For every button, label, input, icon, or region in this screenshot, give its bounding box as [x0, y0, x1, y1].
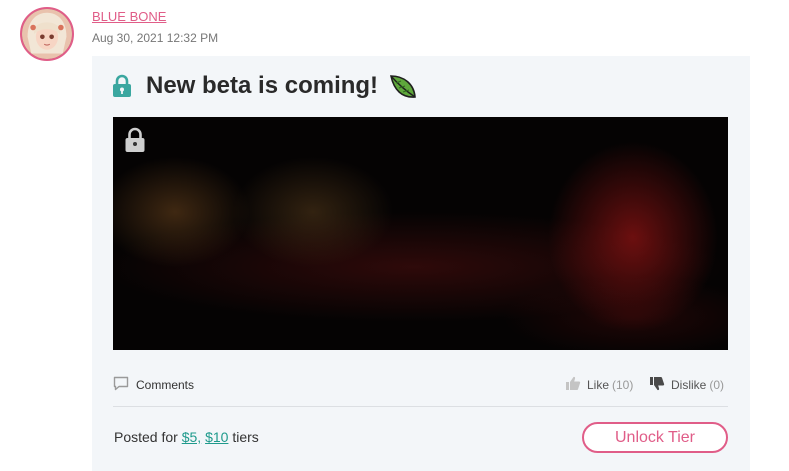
comments-label: Comments — [136, 378, 195, 392]
leaf-icon — [388, 72, 418, 100]
thumbs-down-icon — [649, 376, 665, 394]
blurred-image — [113, 117, 728, 350]
media-lock-icon — [124, 127, 146, 158]
divider — [113, 406, 728, 407]
tier-link-5[interactable]: $5, — [182, 429, 201, 445]
post-card: New beta is coming! Comments Like (10) D… — [92, 56, 750, 471]
posted-suffix: tiers — [232, 429, 259, 445]
posted-for-tiers: Posted for $5, $10 tiers — [114, 429, 259, 445]
post-actions: Comments Like (10) Dislike (0) — [113, 372, 728, 398]
posted-prefix: Posted for — [114, 429, 178, 445]
post-page: BLUE BONE Aug 30, 2021 12:32 PM New beta… — [0, 0, 789, 471]
dislike-button[interactable]: Dislike (0) — [649, 376, 724, 394]
tier-link-10[interactable]: $10 — [205, 429, 228, 445]
like-button[interactable]: Like (10) — [565, 376, 633, 394]
thumbs-up-icon — [565, 376, 581, 394]
locked-media-preview[interactable] — [113, 117, 728, 350]
comment-icon — [113, 376, 129, 394]
post-title-row: New beta is coming! — [112, 72, 418, 100]
dislike-label: Dislike — [671, 378, 707, 392]
lock-icon — [112, 74, 132, 98]
author-link[interactable]: BLUE BONE — [92, 9, 166, 24]
post-title[interactable]: New beta is coming! — [146, 72, 378, 100]
like-label: Like — [587, 378, 610, 392]
unlock-tier-button[interactable]: Unlock Tier — [582, 422, 728, 453]
like-count: (10) — [612, 378, 634, 392]
avatar[interactable] — [20, 7, 74, 61]
post-date: Aug 30, 2021 12:32 PM — [92, 31, 219, 45]
comments-button[interactable]: Comments — [113, 376, 194, 394]
dislike-count: (0) — [709, 378, 725, 392]
